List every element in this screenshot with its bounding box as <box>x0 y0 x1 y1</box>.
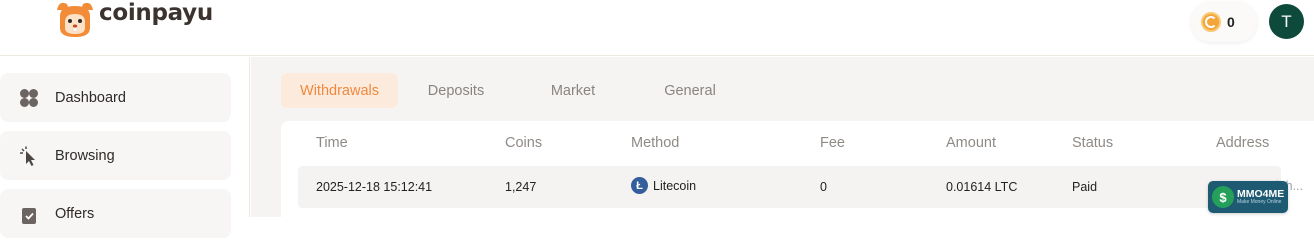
cell-fee: 0 <box>820 180 827 194</box>
tab-market[interactable]: Market <box>533 73 613 108</box>
mmo4me-watermark: $ MMO4ME Make Money Online <box>1208 181 1288 213</box>
litecoin-icon: Ł <box>631 177 648 194</box>
cursor-icon <box>19 146 39 166</box>
cell-time: 2025-12-18 15:12:41 <box>316 180 433 194</box>
coinpayu-logo[interactable]: coinpayu <box>55 0 213 38</box>
user-avatar[interactable]: T <box>1269 4 1304 39</box>
tab-general[interactable]: General <box>649 73 731 108</box>
sidebar-item-offers[interactable]: Offers <box>0 189 231 238</box>
column-header-amount: Amount <box>946 135 996 151</box>
table-row: 2025-12-18 15:12:41 1,247 Ł Litecoin 0 0… <box>298 166 1303 208</box>
cell-coins: 1,247 <box>505 180 537 194</box>
cell-method: Ł Litecoin <box>631 177 696 194</box>
cell-amount: 0.01614 LTC <box>946 180 1018 194</box>
sidebar-item-browsing[interactable]: Browsing <box>0 131 231 180</box>
sidebar-item-label: Dashboard <box>55 89 126 106</box>
sidebar-item-label: Browsing <box>55 147 115 164</box>
method-label: Litecoin <box>653 178 697 193</box>
column-header-coins: Coins <box>505 135 543 151</box>
watermark-subtext: Make Money Online <box>1237 199 1282 206</box>
sidebar-item-dashboard[interactable]: Dashboard <box>0 73 231 122</box>
column-header-fee: Fee <box>820 135 845 151</box>
dollar-icon: $ <box>1212 186 1234 208</box>
sidebar-item-label: Offers <box>55 205 95 222</box>
column-header-address: Address <box>1216 135 1270 151</box>
withdrawals-table: Time Coins Method Fee Amount Status Addr… <box>281 121 1314 217</box>
sidebar: Dashboard Browsing Offers <box>0 57 250 238</box>
tab-deposits[interactable]: Deposits <box>411 73 501 108</box>
top-header: coinpayu 0 T <box>0 0 1314 56</box>
main-content: Withdrawals Deposits Market General Time… <box>251 57 1314 217</box>
cell-status: Paid <box>1072 180 1098 194</box>
tab-withdrawals[interactable]: Withdrawals <box>281 73 398 108</box>
squirrel-mascot-icon <box>57 2 93 37</box>
column-header-status: Status <box>1072 135 1114 151</box>
offers-icon <box>19 204 39 224</box>
dashboard-icon <box>19 88 39 108</box>
coin-balance-button[interactable]: 0 <box>1191 2 1257 42</box>
coin-balance: 0 <box>1227 14 1235 30</box>
column-header-method: Method <box>631 135 680 151</box>
watermark-text: MMO4ME <box>1237 187 1285 200</box>
logo-wordmark: coinpayu <box>99 0 213 26</box>
column-header-time: Time <box>316 135 348 151</box>
coin-icon <box>1201 12 1221 32</box>
